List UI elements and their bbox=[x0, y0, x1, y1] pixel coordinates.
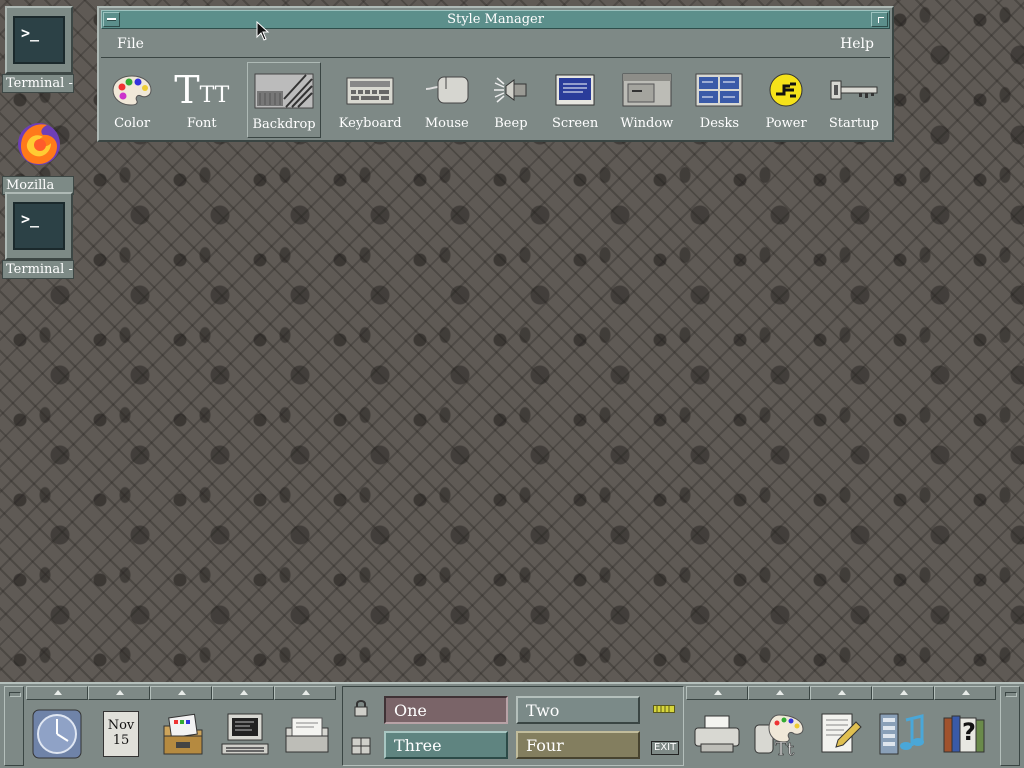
tool-power[interactable]: Power bbox=[762, 62, 811, 138]
desktop-icon-label: Terminal - bbox=[2, 260, 74, 279]
desktop-icon-label: Terminal - bbox=[2, 74, 74, 93]
terminal-icon: >_ bbox=[5, 6, 73, 74]
busy-light-icon bbox=[653, 705, 675, 716]
tool-font[interactable]: T TT Font bbox=[170, 62, 233, 138]
workspace-one-button[interactable]: One bbox=[384, 696, 508, 724]
svg-text:Tt: Tt bbox=[775, 739, 795, 757]
lock-icon[interactable] bbox=[353, 699, 369, 720]
mouse-pointer-icon bbox=[256, 20, 270, 45]
workspace-switcher: One Two Three Four EXIT bbox=[342, 686, 684, 766]
window-titlebar[interactable]: Style Manager bbox=[101, 10, 890, 29]
desks-icon bbox=[695, 70, 743, 110]
printer-icon[interactable] bbox=[690, 706, 744, 762]
firefox-icon bbox=[5, 108, 73, 176]
workspace-four-button[interactable]: Four bbox=[516, 731, 640, 759]
help-manager-icon[interactable]: ? bbox=[938, 706, 992, 762]
subpanel-arrow[interactable] bbox=[150, 686, 212, 700]
file-manager-icon[interactable] bbox=[156, 706, 210, 762]
terminal-icon: >_ bbox=[5, 192, 73, 260]
tool-label: Mouse bbox=[424, 116, 469, 131]
window-menu-button[interactable] bbox=[103, 12, 120, 27]
palette-icon bbox=[112, 70, 152, 110]
front-panel: Nov 15 One Two Three Four EXIT Tt ? bbox=[0, 682, 1024, 768]
tool-label: Keyboard bbox=[338, 116, 402, 131]
tool-color[interactable]: Color bbox=[108, 62, 156, 138]
power-plug-icon bbox=[768, 70, 804, 110]
window-title: Style Manager bbox=[447, 12, 544, 27]
media-player-icon[interactable] bbox=[876, 706, 930, 762]
tool-screen[interactable]: Screen bbox=[548, 62, 602, 138]
menu-bar: File Help bbox=[101, 31, 890, 58]
subpanel-arrow[interactable] bbox=[810, 686, 872, 700]
screen-icon bbox=[555, 70, 595, 110]
font-icon: T TT bbox=[174, 68, 230, 112]
text-editor-icon[interactable] bbox=[814, 706, 868, 762]
workspace-three-button[interactable]: Three bbox=[384, 731, 508, 759]
subpanel-arrow[interactable] bbox=[686, 686, 748, 700]
panel-handle-left[interactable] bbox=[4, 686, 24, 766]
calendar-day: 15 bbox=[112, 733, 130, 748]
menu-file[interactable]: File bbox=[117, 36, 144, 52]
computer-icon[interactable] bbox=[218, 706, 272, 762]
tool-label: Window bbox=[620, 116, 674, 131]
exit-button[interactable]: EXIT bbox=[651, 741, 680, 755]
subpanel-arrow[interactable] bbox=[934, 686, 996, 700]
desktop-icon-mozilla[interactable]: Mozilla bbox=[2, 108, 76, 195]
subpanel-arrow[interactable] bbox=[26, 686, 88, 700]
style-manager-window: Style Manager File Help Color T TT Font … bbox=[97, 6, 894, 142]
tool-label: Font bbox=[186, 116, 217, 131]
workspace-two-button[interactable]: Two bbox=[516, 696, 640, 724]
tool-beep[interactable]: Beep bbox=[488, 62, 534, 138]
menu-help[interactable]: Help bbox=[840, 36, 874, 52]
window-resize-button[interactable] bbox=[871, 12, 888, 27]
tool-keyboard[interactable]: Keyboard bbox=[335, 62, 406, 138]
subpanel-arrow[interactable] bbox=[274, 686, 336, 700]
tool-label: Power bbox=[765, 116, 807, 131]
tool-desks[interactable]: Desks bbox=[691, 62, 747, 138]
tool-label: Beep bbox=[494, 116, 528, 131]
subpanel-arrow[interactable] bbox=[748, 686, 810, 700]
calendar-month: Nov bbox=[107, 718, 135, 733]
help-question-mark: ? bbox=[962, 718, 976, 746]
clock-icon[interactable] bbox=[30, 706, 84, 762]
backdrop-icon bbox=[254, 71, 314, 111]
key-icon bbox=[829, 70, 879, 110]
tool-mouse[interactable]: Mouse bbox=[420, 62, 474, 138]
tool-label: Backdrop bbox=[252, 117, 316, 132]
tool-label: Screen bbox=[552, 116, 599, 131]
tool-label: Color bbox=[114, 116, 151, 131]
desktop-icon-terminal-1[interactable]: >_ Terminal - bbox=[2, 6, 76, 93]
mouse-icon bbox=[424, 70, 470, 110]
tool-label: Desks bbox=[699, 116, 740, 131]
tool-startup[interactable]: Startup bbox=[825, 62, 883, 138]
calendar-icon[interactable]: Nov 15 bbox=[94, 706, 148, 762]
speaker-icon bbox=[492, 70, 530, 110]
mail-icon[interactable] bbox=[280, 706, 334, 762]
tool-label: Startup bbox=[828, 116, 879, 131]
keyboard-icon bbox=[346, 70, 394, 110]
occupy-workspace-icon[interactable] bbox=[351, 737, 371, 758]
tool-backdrop[interactable]: Backdrop bbox=[247, 62, 321, 138]
style-toolbar: Color T TT Font Backdrop Keyboard Mouse … bbox=[101, 62, 890, 138]
subpanel-arrow[interactable] bbox=[212, 686, 274, 700]
subpanel-arrow[interactable] bbox=[872, 686, 934, 700]
subpanel-arrows-left bbox=[26, 686, 336, 702]
subpanel-arrows-right bbox=[686, 686, 996, 702]
subpanel-arrow[interactable] bbox=[88, 686, 150, 700]
tool-window[interactable]: Window bbox=[616, 62, 677, 138]
window-icon bbox=[622, 70, 672, 110]
desktop-icon-terminal-2[interactable]: >_ Terminal - bbox=[2, 192, 76, 279]
panel-handle-right[interactable] bbox=[1000, 686, 1020, 766]
style-manager-panel-icon[interactable]: Tt bbox=[752, 706, 806, 762]
